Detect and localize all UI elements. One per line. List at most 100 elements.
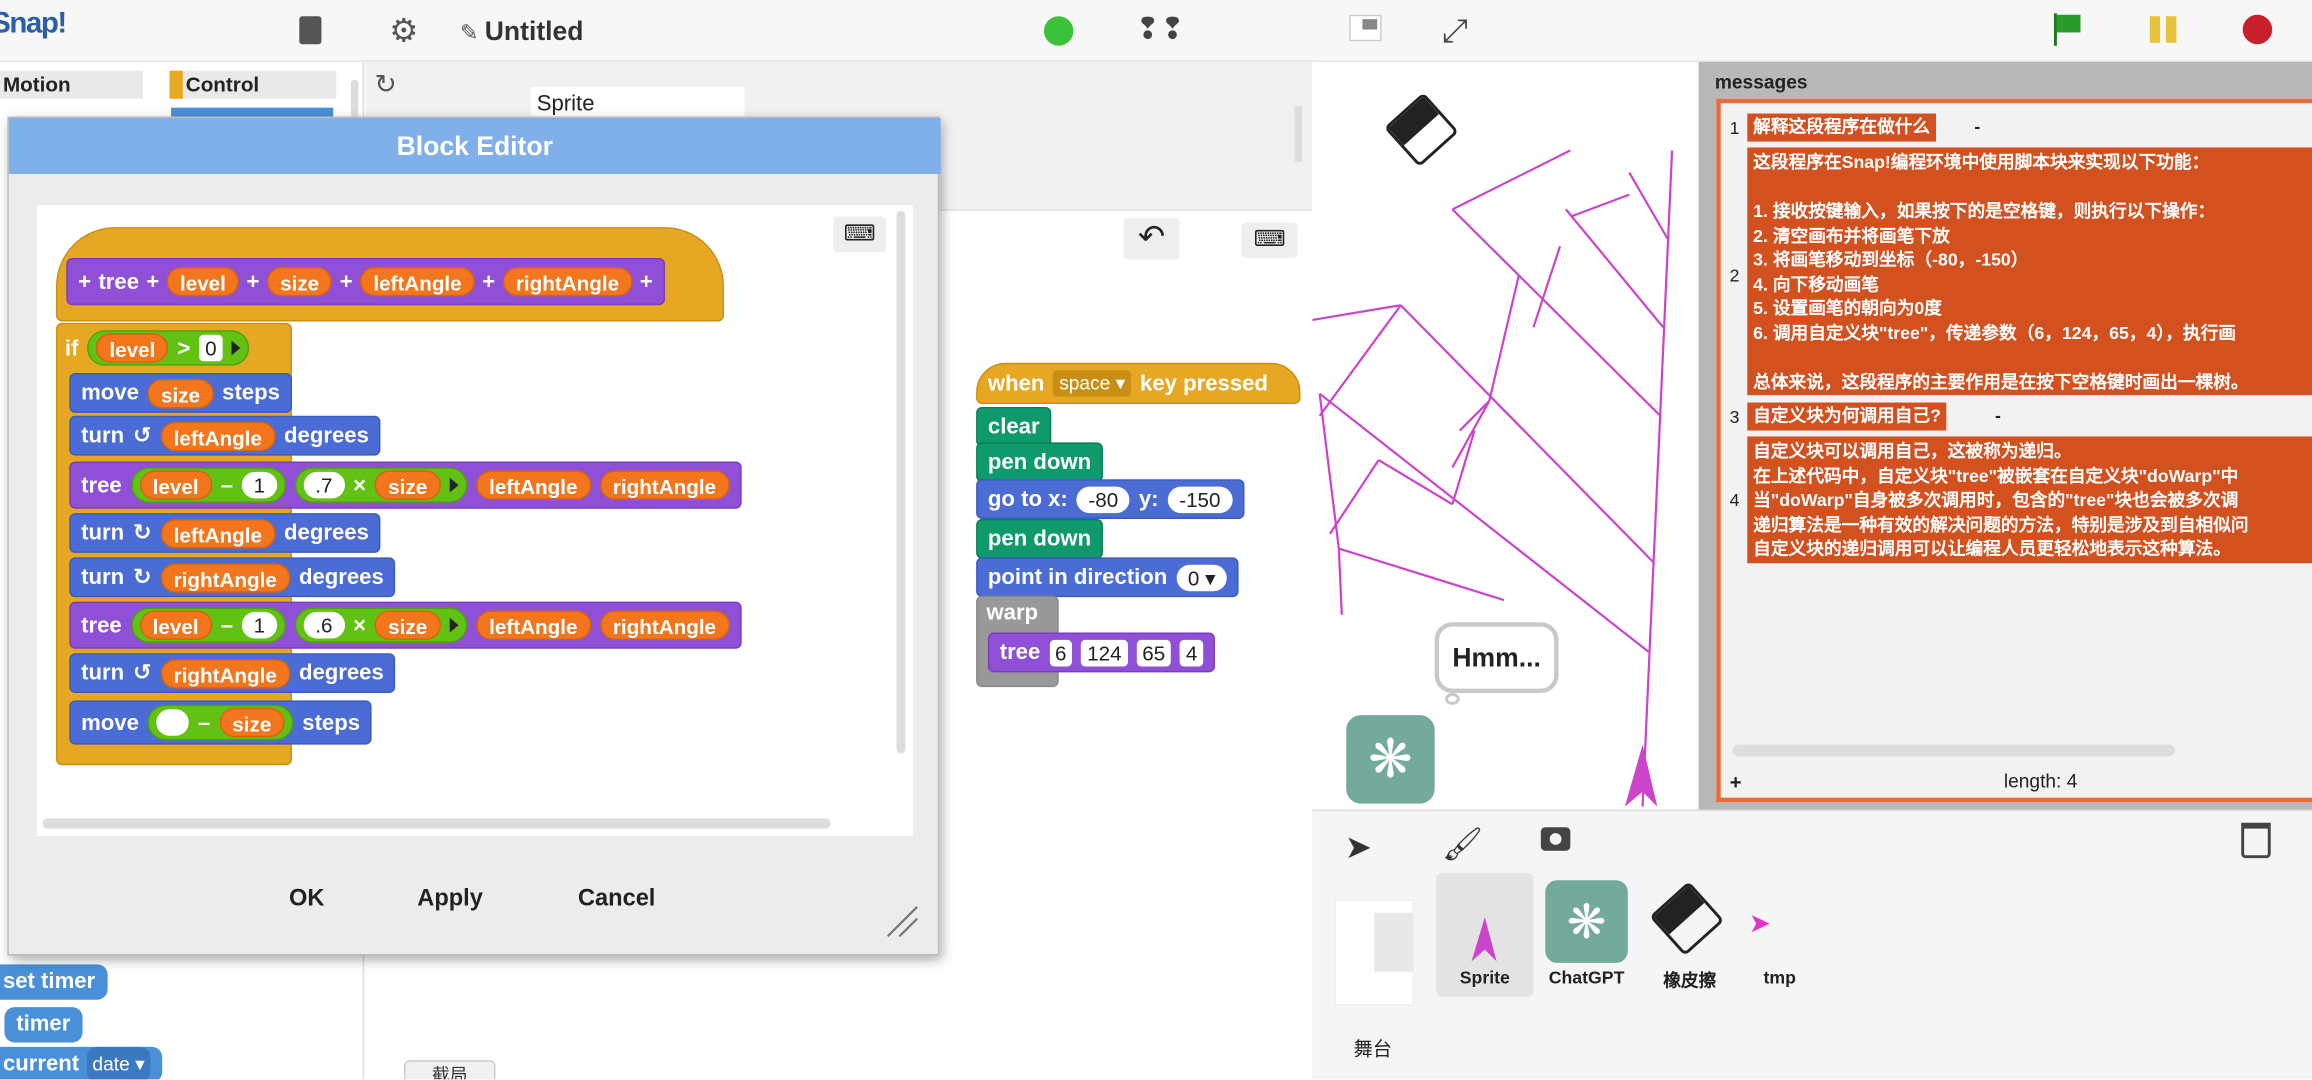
tree-arg-right[interactable]: 4 (1179, 639, 1204, 666)
one-input-2[interactable]: 1 (241, 611, 277, 639)
gt-operator[interactable]: level > 0 (87, 330, 250, 366)
key-dropdown[interactable]: space ▾ (1053, 370, 1132, 397)
watcher-hscrollbar[interactable] (1732, 744, 2175, 757)
times-arrow-icon-2[interactable] (449, 617, 459, 633)
if-zero-input[interactable]: 0 (199, 334, 223, 362)
set-timer-block[interactable]: set timer (0, 964, 107, 1000)
turn-rightangle-var[interactable]: rightAngle (160, 562, 291, 593)
rightangle-var-1[interactable]: rightAngle (599, 470, 730, 500)
param-rightangle[interactable]: rightAngle (502, 266, 633, 297)
file-icon[interactable] (299, 16, 322, 45)
fullscreen-icon[interactable]: ⤢ (1442, 12, 1468, 50)
leftangle-var-2[interactable]: leftAngle (475, 610, 591, 640)
stage-size-icon[interactable] (1349, 14, 1382, 42)
param-leftangle[interactable]: leftAngle (360, 266, 475, 297)
gt-arrow-icon[interactable] (231, 340, 241, 356)
tree-arg-size[interactable]: 124 (1081, 639, 1128, 666)
current-date-block[interactable]: current date ▾ (0, 1046, 163, 1080)
times-operator-2[interactable]: .6 × size (294, 607, 468, 643)
level-var-1[interactable]: level (139, 470, 212, 500)
tree-arg-level[interactable]: 6 (1049, 639, 1073, 666)
minus-operator-3[interactable]: – size (147, 704, 294, 741)
sprite-item-sprite[interactable]: Sprite (1436, 872, 1534, 997)
plus-5[interactable]: + (482, 262, 495, 302)
param-size[interactable]: size (266, 266, 333, 297)
sprite-arrow-icon[interactable] (1624, 744, 1658, 807)
message-list[interactable]: 1 解释这段程序在做什么 - 2 这段程序在Snap!编程环境中使用脚本块来实现… (1716, 98, 2312, 803)
when-key-pressed-block[interactable]: when space ▾ key pressed (976, 362, 1301, 405)
point-in-direction-block[interactable]: point in direction 0 ▾ (976, 557, 1240, 598)
ok-button[interactable]: OK (289, 886, 324, 913)
chatgpt-thumb-icon[interactable]: ❋ (1545, 880, 1628, 963)
rotate-icon[interactable]: ↻ (375, 69, 397, 100)
turtle-arrow-icon[interactable]: ➤ (1345, 829, 1372, 867)
editor-vscrollbar[interactable] (896, 210, 906, 754)
p6-input[interactable]: .6 (303, 611, 345, 639)
message-cell-1[interactable]: 解释这段程序在做什么 (1747, 113, 1937, 141)
move-size-block[interactable]: move size steps (69, 373, 292, 413)
plus-6[interactable]: + (640, 262, 653, 302)
p7-input[interactable]: .7 (303, 471, 345, 499)
cancel-button[interactable]: Cancel (578, 886, 655, 913)
tree-prototype-block[interactable]: + tree + level + size + leftAngle + rightAngl… (66, 258, 665, 306)
chatgpt-sprite-icon[interactable]: ❋ (1346, 715, 1435, 804)
turn-right-left-block[interactable]: turn ↻ leftAngle degrees (69, 513, 381, 553)
size-var-1[interactable]: size (374, 470, 441, 500)
block-editor-canvas[interactable]: ⌨ + tree + level + size + leftAngle + rightAn… (36, 204, 913, 837)
plus-1[interactable]: + (78, 262, 91, 302)
gear-icon[interactable]: ⚙ (389, 12, 418, 50)
direction-dropdown[interactable]: 0 ▾ (1176, 563, 1228, 591)
cloud-status-icon[interactable] (1043, 16, 1074, 46)
plus-2[interactable]: + (146, 262, 159, 302)
resize-handle-icon[interactable] (885, 904, 920, 939)
camera-icon[interactable] (1540, 827, 1571, 851)
date-dropdown[interactable]: date ▾ (86, 1046, 151, 1080)
turn-left-block[interactable]: turn ↺ leftAngle degrees (69, 415, 381, 456)
empty-input[interactable] (156, 709, 190, 736)
eraser-thumb-icon[interactable] (1649, 881, 1725, 957)
undo-icon[interactable]: ↶ (1123, 218, 1180, 260)
keyboard-icon[interactable]: ⌨ (1241, 222, 1298, 259)
turn-right-right-block[interactable]: turn ↻ rightAngle degrees (69, 557, 396, 598)
message-cell-3[interactable]: 自定义块为何调用自己? (1747, 402, 1947, 430)
message-cell-2[interactable]: 这段程序在Snap!编程环境中使用脚本块来实现以下功能： 1. 接收按键输入，如… (1747, 147, 2312, 396)
size-var-2[interactable]: size (374, 610, 441, 640)
minus-operator-1[interactable]: level –1 (130, 467, 286, 503)
minus-operator-2[interactable]: level –1 (130, 607, 286, 643)
editor-hscrollbar[interactable] (42, 818, 831, 829)
size-var-3[interactable]: size (219, 707, 285, 738)
green-flag-icon[interactable] (2052, 13, 2081, 46)
category-motion[interactable]: Motion (0, 70, 144, 99)
editor-keyboard-icon[interactable]: ⌨ (833, 216, 887, 253)
add-item-button[interactable]: + (1730, 770, 1742, 794)
info-scrollbar[interactable] (1294, 106, 1302, 163)
snap-logo[interactable]: Snap! (0, 7, 67, 41)
leftangle-var-1[interactable]: leftAngle (475, 470, 591, 500)
times-arrow-icon-1[interactable] (449, 477, 459, 493)
y-input[interactable]: -150 (1167, 485, 1233, 513)
trash-icon[interactable] (2241, 822, 2271, 859)
pause-icon[interactable] (2149, 16, 2177, 43)
stop-icon[interactable] (2242, 14, 2273, 45)
clear-block[interactable]: clear (976, 406, 1052, 447)
tree-arg-left[interactable]: 65 (1136, 639, 1172, 666)
x-input[interactable]: -80 (1076, 485, 1131, 513)
go-to-xy-block[interactable]: go to x: -80 y: -150 (976, 479, 1245, 520)
partial-tab[interactable]: 截局 (404, 1060, 496, 1080)
stage[interactable]: Hmm... ❋ (1312, 61, 1699, 810)
timer-block[interactable]: timer (4, 1007, 83, 1043)
tree-recursive-block-2[interactable]: tree level –1 .6 × size leftAngle rightAngl… (69, 601, 742, 649)
move-size-var[interactable]: size (147, 378, 214, 408)
move-negative-size-block[interactable]: move – size steps (69, 700, 372, 745)
pen-down-block-2[interactable]: pen down (976, 519, 1103, 559)
turn-left-right-block[interactable]: turn ↺ rightAngle degrees (69, 653, 396, 694)
pen-down-block[interactable]: pen down (976, 442, 1103, 483)
turn-leftangle-var[interactable]: leftAngle (160, 518, 276, 548)
tree-recursive-block-1[interactable]: tree level –1 .7 × size leftAngle rightAngl… (69, 461, 742, 509)
level-var-2[interactable]: level (139, 610, 212, 640)
rightangle-var-2[interactable]: rightAngle (599, 610, 730, 640)
category-control[interactable]: Control (169, 70, 337, 99)
turn-left-rightangle-var[interactable]: rightAngle (160, 658, 291, 688)
footprints-icon[interactable]: ❢❢ (1135, 10, 1184, 47)
paintbrush-icon[interactable]: 🖌 (1442, 826, 1483, 864)
